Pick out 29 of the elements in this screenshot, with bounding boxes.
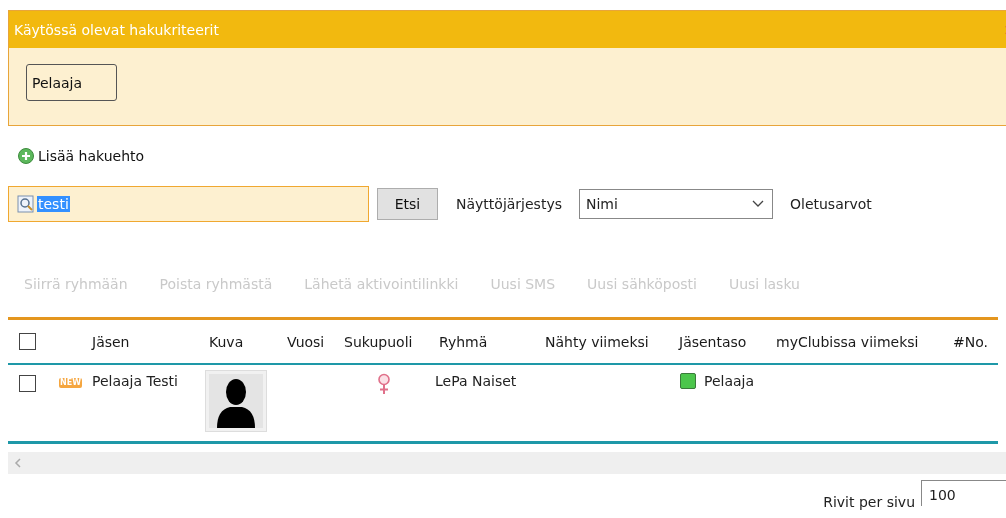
panel-title: Käytössä olevat hakukriteerit [14, 21, 219, 38]
search-icon [17, 195, 35, 213]
criterion-chip[interactable]: Pelaaja [26, 64, 117, 101]
female-icon [376, 373, 391, 395]
column-header[interactable]: #No. [953, 333, 988, 350]
sort-label: Näyttöjärjestys [456, 196, 562, 212]
chevron-down-icon [752, 200, 764, 208]
select-all-checkbox[interactable] [19, 333, 36, 350]
level-cell: Pelaaja [704, 373, 755, 389]
row-checkbox[interactable] [19, 375, 36, 392]
search-button[interactable]: Etsi [377, 188, 438, 220]
rows-per-page-label: Rivit per sivu [823, 494, 915, 510]
add-icon[interactable] [18, 148, 34, 164]
member-name[interactable]: Pelaaja Testi [92, 373, 178, 389]
column-header[interactable]: Kuva [209, 333, 244, 350]
column-header[interactable]: Vuosi [287, 333, 325, 350]
sort-select[interactable]: Nimi [579, 189, 773, 219]
add-criterion-link[interactable]: Lisää hakuehto [38, 148, 145, 164]
new-badge: NEW [59, 378, 82, 388]
column-header[interactable]: Jäsen [92, 333, 130, 350]
column-header[interactable]: myClubissa viimeksi [776, 333, 919, 350]
column-header[interactable]: Ryhmä [439, 333, 488, 350]
column-header[interactable]: Nähty viimeksi [545, 333, 649, 350]
column-header[interactable]: Jäsentaso [679, 333, 747, 350]
horizontal-scrollbar[interactable] [8, 452, 1006, 474]
rows-per-page-select[interactable]: 100 [921, 480, 1006, 506]
group-cell: LePa Naiset [435, 373, 517, 389]
defaults-link[interactable]: Oletusarvot [790, 196, 872, 212]
column-header[interactable]: Sukupuoli [344, 333, 413, 350]
